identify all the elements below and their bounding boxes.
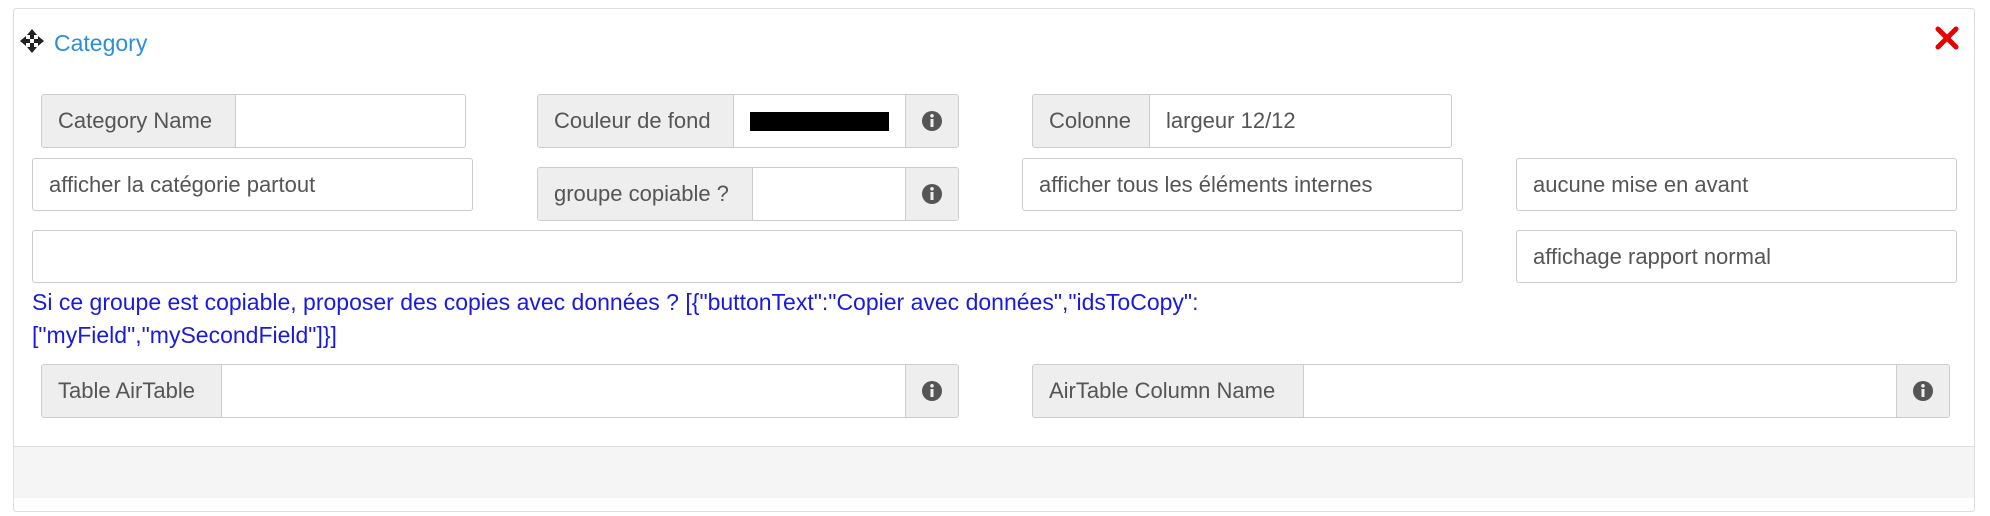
report-display-select[interactable]: affichage rapport normal xyxy=(1516,230,1957,283)
column-select[interactable]: largeur 12/12 xyxy=(1150,95,1451,147)
airtable-table-group: Table AirTable xyxy=(41,364,959,418)
info-icon xyxy=(922,184,942,204)
copiable-info-button[interactable] xyxy=(905,168,958,220)
airtable-column-label: AirTable Column Name xyxy=(1033,365,1304,417)
copiable-group-group: groupe copiable ? xyxy=(537,167,959,221)
bg-color-picker[interactable] xyxy=(734,95,905,147)
airtable-column-info-button[interactable] xyxy=(1896,365,1949,417)
copies-help-text: Si ce groupe est copiable, proposer des … xyxy=(32,289,1199,348)
category-name-input[interactable] xyxy=(236,95,465,147)
show-internal-elements-select[interactable]: afficher tous les éléments internes xyxy=(1022,158,1463,211)
copiable-group-label: groupe copiable ? xyxy=(538,168,753,220)
display-category-select[interactable]: afficher la catégorie partout xyxy=(32,158,473,211)
bg-color-info-button[interactable] xyxy=(905,95,958,147)
airtable-column-group: AirTable Column Name xyxy=(1032,364,1950,418)
column-label: Colonne xyxy=(1033,95,1150,147)
airtable-table-info-button[interactable] xyxy=(905,365,958,417)
category-name-group: Category Name xyxy=(41,94,466,148)
panel-footer xyxy=(14,446,1974,498)
bg-color-group: Couleur de fond xyxy=(537,94,959,148)
copies-with-data-input[interactable] xyxy=(32,230,1463,283)
panel-title[interactable]: Category xyxy=(54,28,147,58)
highlight-select[interactable]: aucune mise en avant xyxy=(1516,158,1957,211)
info-icon xyxy=(922,111,942,131)
move-icon[interactable] xyxy=(19,28,45,54)
category-name-label: Category Name xyxy=(42,95,236,147)
airtable-column-input[interactable] xyxy=(1304,365,1896,417)
airtable-table-input[interactable] xyxy=(222,365,905,417)
info-icon xyxy=(1913,381,1933,401)
copiable-group-input[interactable] xyxy=(753,168,905,220)
close-icon[interactable] xyxy=(1934,25,1960,51)
bg-color-label: Couleur de fond xyxy=(538,95,734,147)
column-group: Colonne largeur 12/12 xyxy=(1032,94,1452,148)
airtable-table-label: Table AirTable xyxy=(42,365,222,417)
color-swatch xyxy=(750,111,889,131)
info-icon xyxy=(922,381,942,401)
